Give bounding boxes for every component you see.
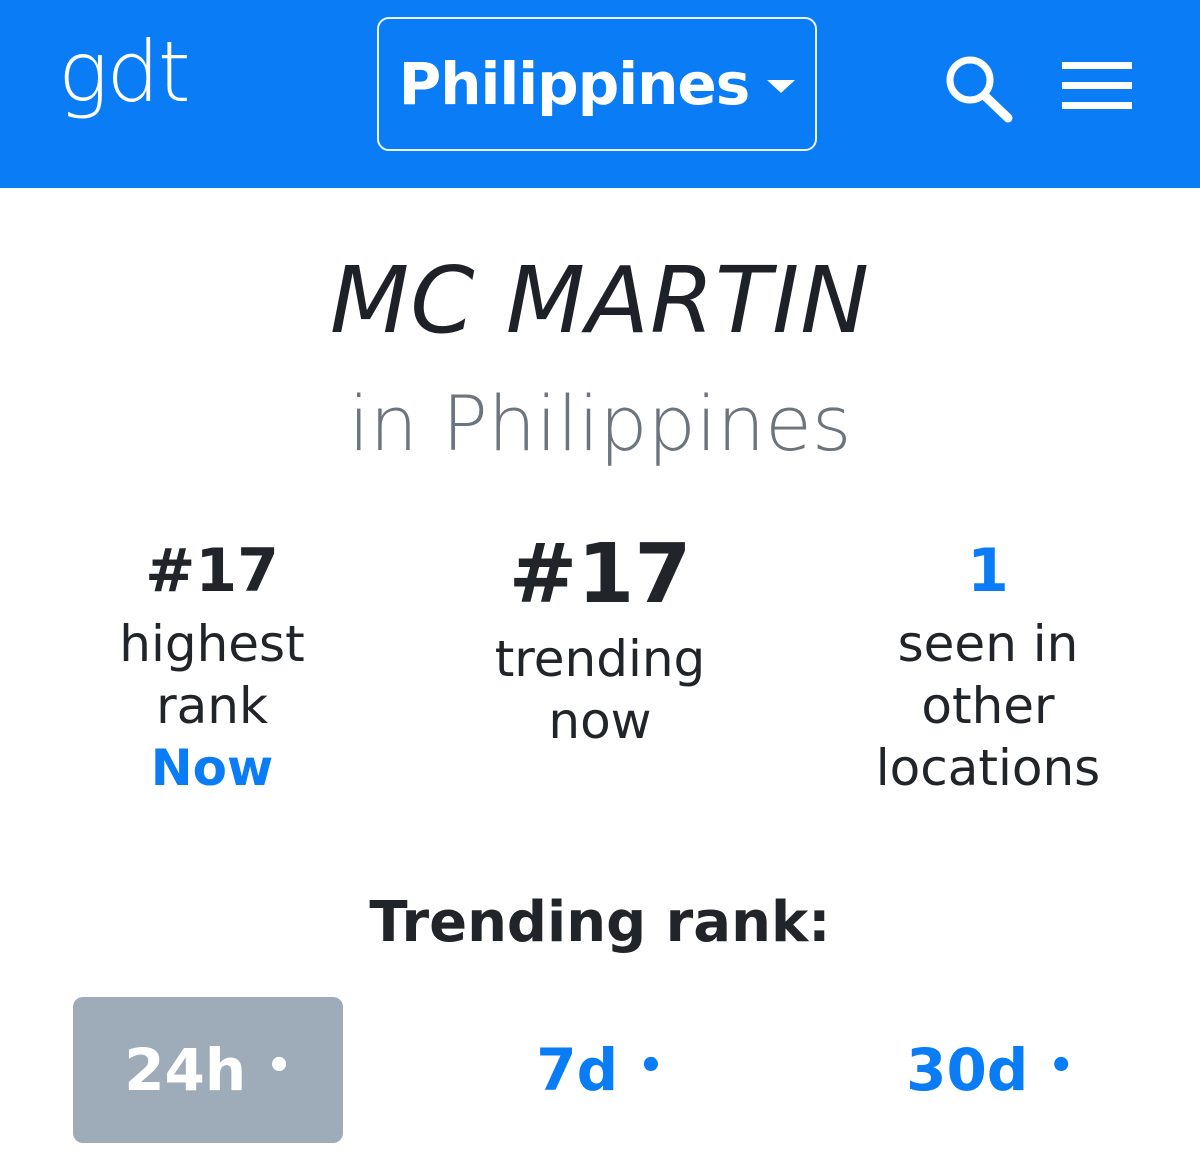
- highest-rank-label-line2: rank: [156, 677, 268, 735]
- highest-rank-when-link[interactable]: Now: [80, 737, 344, 799]
- trending-rank-heading: Trending rank:: [369, 890, 831, 955]
- other-locations-label: seen in other locations: [840, 613, 1136, 799]
- country-selector-label: Philippines: [398, 50, 751, 118]
- location-subtitle: in Philippines: [348, 379, 852, 468]
- trending-now-label-line1: trending: [494, 630, 706, 689]
- trending-now-stat: #17 trending now: [460, 527, 740, 752]
- trending-now-label: trending now: [460, 628, 740, 752]
- highest-rank-stat: #17 highest rank Now: [80, 540, 344, 799]
- highest-rank-value: #17: [145, 536, 279, 606]
- trending-now-value: #17: [508, 527, 692, 622]
- tab-30d-dot: •: [1048, 1043, 1074, 1089]
- tab-7d[interactable]: 7d •: [480, 997, 720, 1143]
- artist-name: MC MARTIN: [329, 247, 871, 354]
- other-locations-label-line1: seen in: [897, 615, 1079, 673]
- tab-24h[interactable]: 24h •: [73, 997, 343, 1143]
- tab-7d-label: 7d: [536, 1036, 619, 1104]
- other-locations-count-link[interactable]: 1: [840, 540, 1136, 603]
- search-icon: [946, 56, 1013, 123]
- top-navbar: gdt Philippines: [0, 0, 1200, 188]
- highest-rank-label: highest rank Now: [80, 613, 344, 799]
- page: gdt Philippines MC MARTIN in Philippines…: [0, 0, 1200, 1170]
- tab-24h-dot: •: [266, 1043, 292, 1089]
- tab-30d-label: 30d: [906, 1036, 1029, 1104]
- tab-30d[interactable]: 30d •: [860, 997, 1120, 1143]
- search-button[interactable]: [940, 50, 1020, 126]
- other-locations-stat[interactable]: 1 seen in other locations: [840, 540, 1136, 799]
- other-locations-label-line2: other: [921, 677, 1055, 735]
- other-locations-label-line3: locations: [875, 739, 1101, 797]
- site-logo[interactable]: gdt: [58, 30, 191, 114]
- tab-24h-label: 24h: [124, 1036, 247, 1104]
- hamburger-menu-icon: [1062, 62, 1132, 109]
- caret-down-icon: [767, 79, 796, 93]
- trending-now-label-line2: now: [548, 692, 652, 751]
- highest-rank-label-line1: highest: [119, 615, 305, 673]
- country-selector-button[interactable]: Philippines: [377, 17, 817, 151]
- menu-button[interactable]: [1058, 56, 1138, 118]
- tab-7d-dot: •: [638, 1043, 664, 1089]
